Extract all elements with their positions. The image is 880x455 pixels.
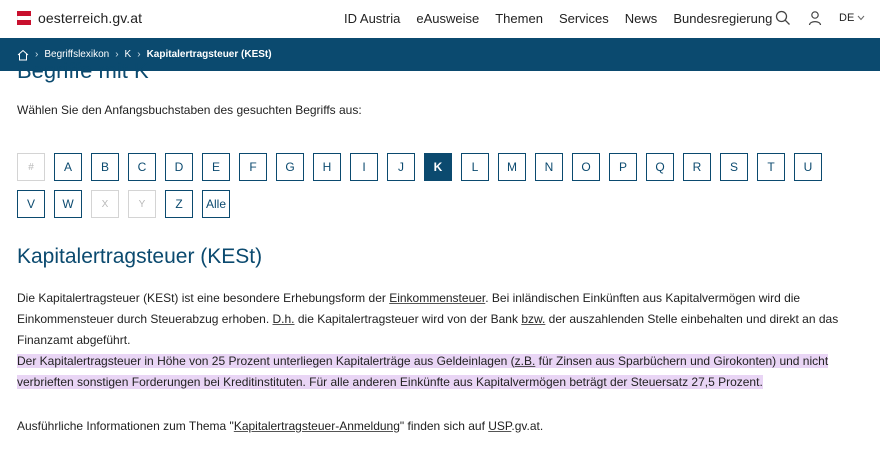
letter-button-d[interactable]: D bbox=[165, 153, 193, 181]
nav-services[interactable]: Services bbox=[559, 11, 609, 26]
letter-button-a[interactable]: A bbox=[54, 153, 82, 181]
text: " finden sich auf bbox=[399, 419, 489, 433]
nav-bundesregierung[interactable]: Bundesregierung bbox=[673, 11, 772, 26]
letter-button-o[interactable]: O bbox=[572, 153, 600, 181]
letter-button-r[interactable]: R bbox=[683, 153, 711, 181]
letter-button-c[interactable]: C bbox=[128, 153, 156, 181]
main-nav: ID Austria eAusweise Themen Services New… bbox=[344, 11, 788, 26]
link-kapitalertragsteuer-anmeldung[interactable]: Kapitalertragsteuer-Anmeldung bbox=[234, 419, 400, 433]
letter-button-s[interactable]: S bbox=[720, 153, 748, 181]
chevron-down-icon bbox=[857, 15, 865, 21]
text: Die Kapitalertragsteuer (KESt) ist eine … bbox=[17, 291, 390, 305]
letter-button-h[interactable]: H bbox=[313, 153, 341, 181]
article-paragraph-2-highlighted: Der Kapitalertragsteuer in Höhe von 25 P… bbox=[17, 351, 867, 393]
letter-button-hash: # bbox=[17, 153, 45, 181]
letter-button-t[interactable]: T bbox=[757, 153, 785, 181]
letter-button-x: X bbox=[91, 190, 119, 218]
letter-button-alle[interactable]: Alle bbox=[202, 190, 230, 218]
letter-button-u[interactable]: U bbox=[794, 153, 822, 181]
letter-button-m[interactable]: M bbox=[498, 153, 526, 181]
link-usp[interactable]: USP bbox=[488, 419, 511, 433]
letter-button-p[interactable]: P bbox=[609, 153, 637, 181]
text: Der Kapitalertragsteuer in Höhe von 25 P… bbox=[17, 354, 515, 368]
language-selector[interactable]: DE bbox=[839, 12, 865, 24]
article-title: Kapitalertragsteuer (KESt) bbox=[17, 245, 263, 268]
letter-filter: # A B C D E F G H I J K L M N O P Q R S T U V W X Y Z Alle bbox=[17, 153, 867, 227]
letter-button-g[interactable]: G bbox=[276, 153, 304, 181]
letter-button-v[interactable]: V bbox=[17, 190, 45, 218]
letter-button-e[interactable]: E bbox=[202, 153, 230, 181]
letter-button-j[interactable]: J bbox=[387, 153, 415, 181]
letter-button-w[interactable]: W bbox=[54, 190, 82, 218]
letter-button-y: Y bbox=[128, 190, 156, 218]
text: Ausführliche Informationen zum Thema " bbox=[17, 419, 234, 433]
letter-button-k[interactable]: K bbox=[424, 153, 452, 181]
language-label: DE bbox=[839, 12, 855, 24]
brand-logo-link[interactable]: oesterreich.gv.at bbox=[17, 10, 142, 26]
letter-button-l[interactable]: L bbox=[461, 153, 489, 181]
nav-eausweise[interactable]: eAusweise bbox=[416, 11, 479, 26]
text: die Kapitalertragsteuer wird von der Ban… bbox=[294, 312, 522, 326]
letter-button-q[interactable]: Q bbox=[646, 153, 674, 181]
letter-button-n[interactable]: N bbox=[535, 153, 563, 181]
site-header: oesterreich.gv.at ID Austria eAusweise T… bbox=[0, 0, 880, 38]
letter-intro-text: Wählen Sie den Anfangsbuchstaben des ges… bbox=[17, 103, 362, 117]
letter-button-f[interactable]: F bbox=[239, 153, 267, 181]
letter-button-b[interactable]: B bbox=[91, 153, 119, 181]
article-paragraph-1: Die Kapitalertragsteuer (KESt) ist eine … bbox=[17, 288, 867, 351]
letter-button-z[interactable]: Z bbox=[165, 190, 193, 218]
austria-flag-icon bbox=[17, 11, 31, 26]
nav-id-austria[interactable]: ID Austria bbox=[344, 11, 400, 26]
search-icon[interactable] bbox=[775, 10, 791, 26]
abbr-bzw: bzw. bbox=[521, 312, 546, 326]
breadcrumb-current: Kapitalertragsteuer (KESt) bbox=[146, 49, 272, 60]
user-icon[interactable] bbox=[807, 10, 823, 26]
link-einkommensteuer[interactable]: Einkommensteuer bbox=[389, 291, 485, 305]
header-tools: DE bbox=[775, 10, 865, 26]
brand-name: oesterreich.gv.at bbox=[38, 10, 143, 26]
text: .gv.at. bbox=[511, 419, 544, 433]
article-paragraph-3: Ausführliche Informationen zum Thema "Ka… bbox=[17, 416, 867, 437]
letter-button-i[interactable]: I bbox=[350, 153, 378, 181]
abbr-zb: z.B. bbox=[514, 354, 536, 368]
abbr-dh: D.h. bbox=[272, 312, 295, 326]
nav-themen[interactable]: Themen bbox=[495, 11, 543, 26]
nav-news[interactable]: News bbox=[625, 11, 658, 26]
section-heading-clipped: Begriffe mit K bbox=[17, 58, 149, 83]
